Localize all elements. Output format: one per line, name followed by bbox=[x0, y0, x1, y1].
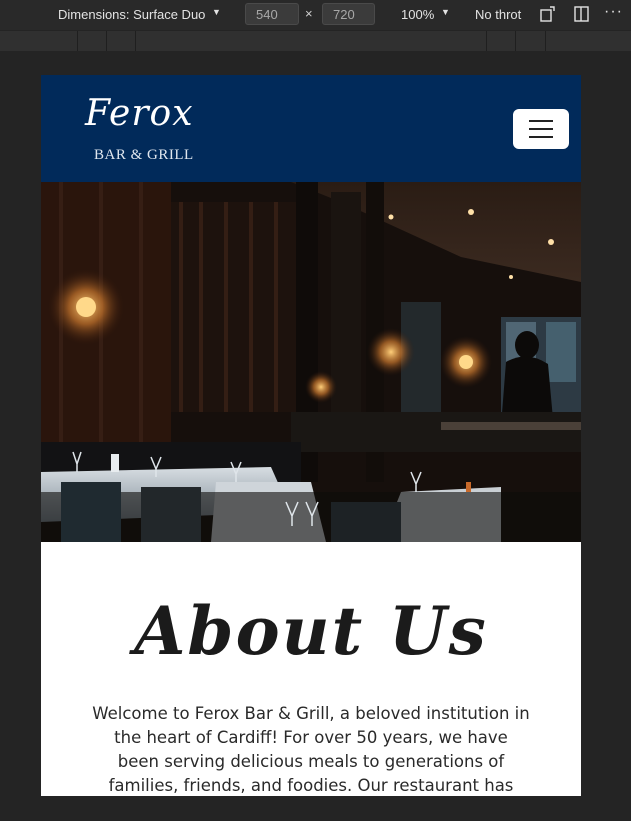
chevron-down-icon[interactable]: ▼ bbox=[441, 7, 450, 17]
media-query-bar bbox=[0, 31, 631, 51]
throttle-select[interactable]: No throt bbox=[475, 7, 521, 22]
navbar: Ferox BAR & GRILL bbox=[41, 75, 581, 182]
times-sign: × bbox=[305, 6, 313, 21]
logo-wordmark: Ferox bbox=[85, 93, 194, 134]
dock-icon[interactable] bbox=[572, 4, 592, 24]
device-dimensions-select[interactable]: Dimensions: Surface Duo bbox=[58, 7, 205, 22]
about-section: About Us Welcome to Ferox Bar & Grill, a… bbox=[41, 542, 581, 796]
hamburger-icon bbox=[529, 120, 553, 122]
width-input[interactable]: 540 bbox=[245, 3, 299, 25]
chevron-down-icon[interactable]: ▼ bbox=[212, 7, 221, 17]
device-viewport: Ferox BAR & GRILL About Us Welcome to Fe… bbox=[41, 75, 581, 796]
restaurant-hero-image bbox=[41, 182, 581, 542]
menu-toggle-button[interactable] bbox=[513, 109, 569, 149]
device-toolbar: Dimensions: Surface Duo ▼ 540 × 720 100%… bbox=[0, 0, 631, 30]
about-heading: About Us bbox=[134, 592, 488, 670]
about-paragraph: Welcome to Ferox Bar & Grill, a beloved … bbox=[92, 704, 530, 795]
height-input[interactable]: 720 bbox=[322, 3, 375, 25]
zoom-select[interactable]: 100% bbox=[401, 7, 434, 22]
logo-subtitle: BAR & GRILL bbox=[94, 147, 194, 163]
brand-logo[interactable]: Ferox BAR & GRILL bbox=[85, 93, 215, 167]
rotate-icon[interactable] bbox=[538, 4, 558, 24]
more-options-icon[interactable]: ··· bbox=[604, 3, 623, 21]
